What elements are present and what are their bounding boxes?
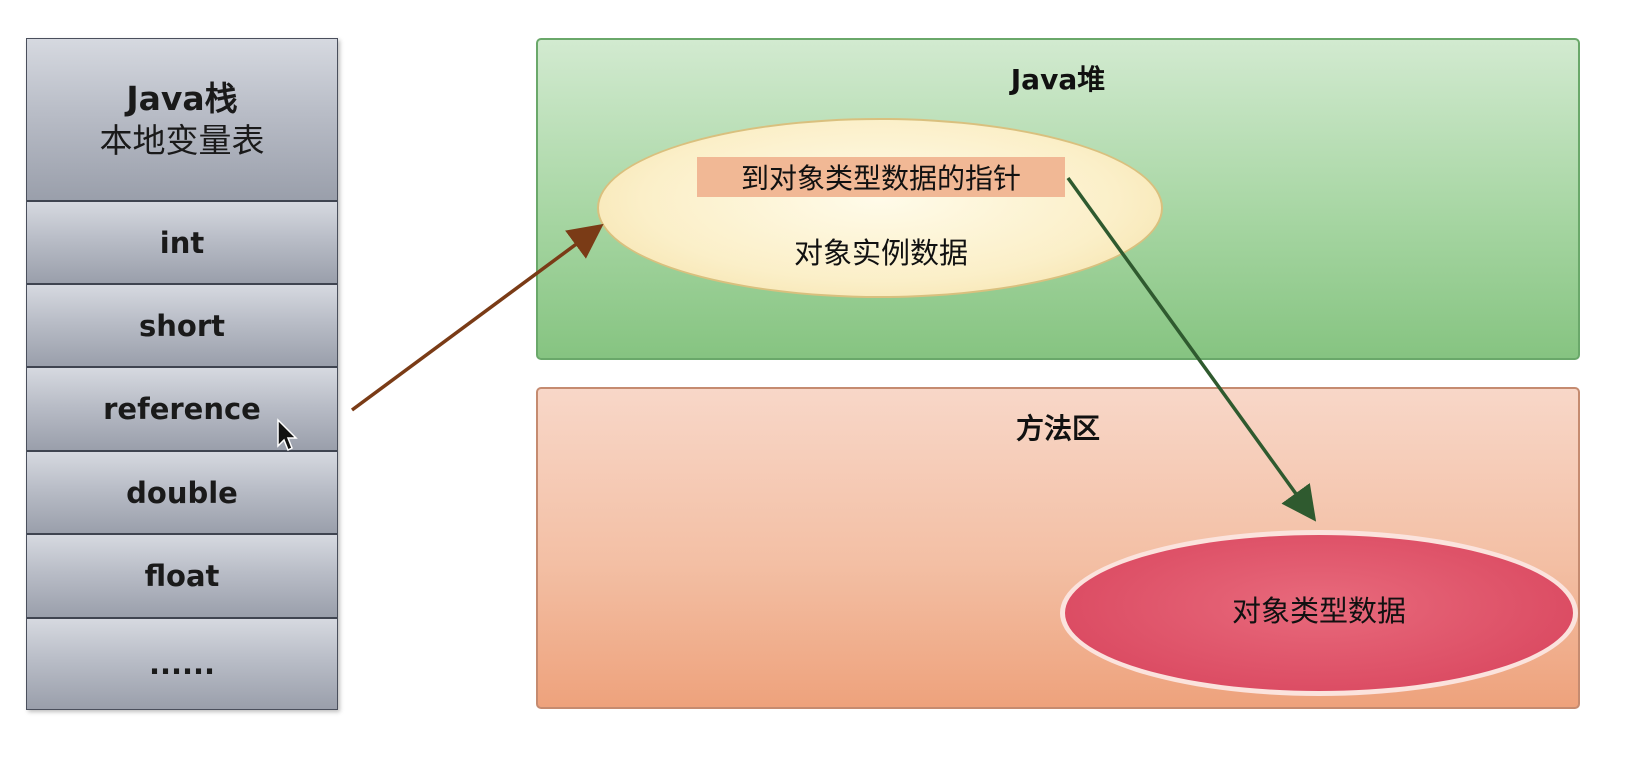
java-heap-title: Java堆 bbox=[1010, 63, 1106, 96]
stack-title: Java栈 bbox=[126, 78, 238, 118]
stack-header: Java栈 本地变量表 bbox=[27, 39, 337, 202]
method-area-title: 方法区 bbox=[1015, 412, 1100, 445]
stack-item-short: short bbox=[27, 285, 337, 368]
instance-data-label: 对象实例数据 bbox=[793, 236, 968, 270]
stack-item-int: int bbox=[27, 202, 337, 285]
stack-item-reference: reference bbox=[27, 368, 337, 452]
stack-item-ellipsis: ...... bbox=[27, 619, 337, 709]
object-type-label: 对象类型数据 bbox=[1231, 594, 1406, 628]
stack-item-float: float bbox=[27, 535, 337, 619]
type-pointer-label: 到对象类型数据的指针 bbox=[697, 157, 1065, 197]
java-stack-table: Java栈 本地变量表 int short reference double f… bbox=[26, 38, 338, 710]
local-variable-table-title: 本地变量表 bbox=[99, 120, 265, 160]
stack-item-double: double bbox=[27, 452, 337, 535]
